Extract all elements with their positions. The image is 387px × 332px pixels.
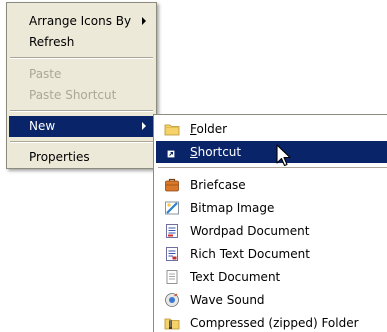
submenu-arrow-icon xyxy=(142,122,146,130)
menu-item-label: Paste xyxy=(29,67,62,81)
submenu-arrow-icon xyxy=(142,17,146,25)
submenu-item-compressed-folder[interactable]: Compressed (zipped) Folder xyxy=(156,312,387,332)
menu-separator xyxy=(10,57,153,59)
submenu-item-rich-text-document[interactable]: Rich Text Document xyxy=(156,243,387,265)
zip-folder-icon xyxy=(164,318,180,330)
bitmap-icon xyxy=(165,201,179,215)
submenu-item-wave-sound[interactable]: Wave Sound xyxy=(156,289,387,311)
submenu-item-wordpad-document[interactable]: Wordpad Document xyxy=(156,220,387,242)
menu-item-paste[interactable]: Paste xyxy=(9,64,154,85)
menu-item-label: Rich Text Document xyxy=(190,247,310,261)
submenu-item-bitmap-image[interactable]: Bitmap Image xyxy=(156,197,387,219)
menu-item-properties[interactable]: Properties xyxy=(9,147,154,168)
shortcut-icon xyxy=(167,150,175,158)
new-submenu: Folder Shortcut Briefcase Bitmap Image W… xyxy=(153,114,387,332)
menu-item-refresh[interactable]: Refresh xyxy=(9,32,154,53)
menu-item-label: older xyxy=(196,122,228,136)
menu-item-label: Briefcase xyxy=(190,178,246,192)
menu-item-label: Text Document xyxy=(190,270,281,284)
submenu-item-shortcut[interactable]: Shortcut xyxy=(156,141,387,163)
menu-item-label: hortcut xyxy=(197,145,242,159)
menu-item-arrange-icons-by[interactable]: Arrange Icons By xyxy=(9,11,154,32)
wordpad-icon xyxy=(166,224,178,238)
menu-item-label: Bitmap Image xyxy=(190,201,275,215)
menu-item-new[interactable]: New xyxy=(9,116,154,137)
mouse-cursor-icon xyxy=(276,144,291,167)
menu-item-label: Compressed (zipped) Folder xyxy=(190,316,359,330)
rich-text-icon xyxy=(166,247,178,261)
desktop-context-menu: Arrange Icons By Refresh Paste Paste Sho… xyxy=(6,2,157,169)
wave-sound-icon xyxy=(165,293,179,307)
menu-item-label: Refresh xyxy=(29,35,75,49)
menu-item-label: New xyxy=(29,119,56,133)
menu-separator xyxy=(10,110,153,112)
menu-separator xyxy=(158,167,387,169)
menu-item-label: Wave Sound xyxy=(190,293,265,307)
briefcase-icon xyxy=(165,178,179,192)
menu-separator xyxy=(10,141,153,143)
menu-item-label: Properties xyxy=(29,150,90,164)
menu-item-paste-shortcut[interactable]: Paste Shortcut xyxy=(9,85,154,106)
text-document-icon xyxy=(166,270,178,284)
submenu-item-briefcase[interactable]: Briefcase xyxy=(156,174,387,196)
menu-item-label: Arrange Icons By xyxy=(29,14,132,28)
folder-icon xyxy=(164,124,180,136)
submenu-item-folder[interactable]: Folder xyxy=(156,118,387,140)
menu-item-label: Paste Shortcut xyxy=(29,88,117,102)
desktop-context-menu-screenshot: Arrange Icons By Refresh Paste Paste Sho… xyxy=(0,0,387,332)
menu-mnemonic: S xyxy=(190,145,198,159)
submenu-item-text-document[interactable]: Text Document xyxy=(156,266,387,288)
menu-item-label: Wordpad Document xyxy=(190,224,310,238)
